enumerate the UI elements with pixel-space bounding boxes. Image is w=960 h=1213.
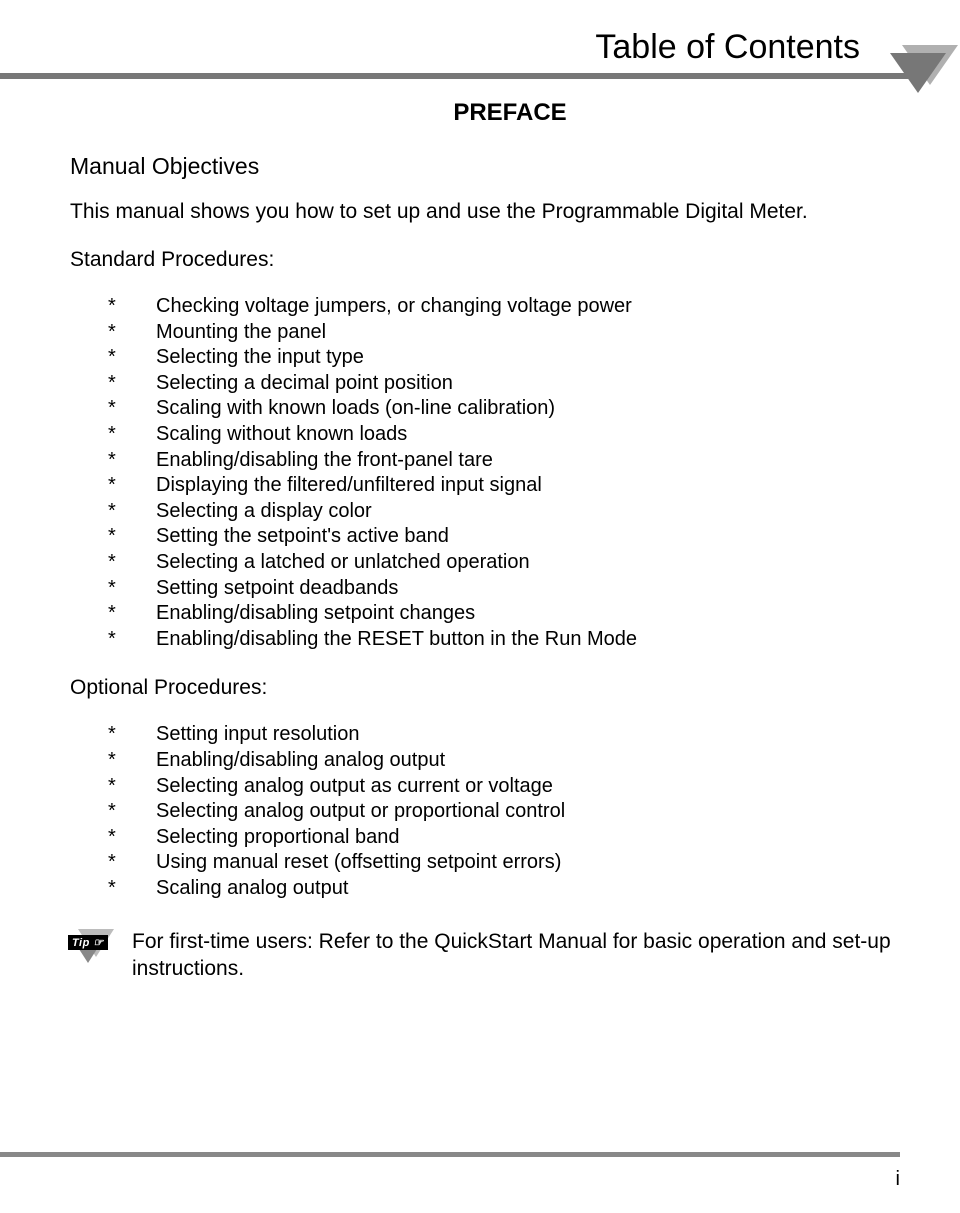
list-item: *Using manual reset (offsetting setpoint… [108,850,900,876]
intro-text: This manual shows you how to set up and … [70,200,900,224]
bullet-asterisk: * [108,371,156,397]
list-item: *Enabling/disabling setpoint changes [108,601,900,627]
list-item-text: Selecting analog output or proportional … [156,799,565,825]
bullet-asterisk: * [108,722,156,748]
list-item-text: Scaling analog output [156,876,348,902]
bullet-asterisk: * [108,294,156,320]
bullet-asterisk: * [108,448,156,474]
list-item-text: Selecting analog output as current or vo… [156,774,553,800]
list-item-text: Setting setpoint deadbands [156,576,398,602]
standard-procedures-heading: Standard Procedures: [70,248,900,272]
corner-triangle-icon [890,45,960,115]
bullet-asterisk: * [108,876,156,902]
tip-label: Tip ☞ [68,935,108,950]
bullet-asterisk: * [108,601,156,627]
bullet-asterisk: * [108,774,156,800]
list-item: *Selecting the input type [108,345,900,371]
list-item-text: Displaying the filtered/unfiltered input… [156,473,542,499]
bullet-asterisk: * [108,499,156,525]
list-item-text: Selecting the input type [156,345,364,371]
page-number: i [896,1168,900,1191]
bullet-asterisk: * [108,320,156,346]
list-item-text: Scaling with known loads (on-line calibr… [156,396,555,422]
footer-rule [0,1152,900,1157]
list-item: *Selecting a display color [108,499,900,525]
bullet-asterisk: * [108,550,156,576]
list-item-text: Selecting a latched or unlatched operati… [156,550,530,576]
list-item-text: Setting input resolution [156,722,359,748]
manual-objectives-heading: Manual Objectives [70,153,900,180]
bullet-asterisk: * [108,748,156,774]
list-item-text: Using manual reset (offsetting setpoint … [156,850,561,876]
bullet-asterisk: * [108,850,156,876]
bullet-asterisk: * [108,473,156,499]
list-item-text: Mounting the panel [156,320,326,346]
list-item: *Selecting a decimal point position [108,371,900,397]
list-item: *Selecting a latched or unlatched operat… [108,550,900,576]
bullet-asterisk: * [108,799,156,825]
list-item-text: Enabling/disabling analog output [156,748,445,774]
bullet-asterisk: * [108,396,156,422]
bullet-asterisk: * [108,345,156,371]
standard-procedures-list: *Checking voltage jumpers, or changing v… [70,294,900,652]
optional-procedures-heading: Optional Procedures: [70,676,900,700]
list-item: *Setting setpoint deadbands [108,576,900,602]
list-item: *Mounting the panel [108,320,900,346]
optional-procedures-list: *Setting input resolution*Enabling/disab… [70,722,900,901]
page-title: Table of Contents [70,28,900,67]
list-item: *Displaying the filtered/unfiltered inpu… [108,473,900,499]
list-item: *Checking voltage jumpers, or changing v… [108,294,900,320]
bullet-asterisk: * [108,524,156,550]
list-item: *Setting input resolution [108,722,900,748]
preface-heading: PREFACE [70,99,900,127]
list-item: *Enabling/disabling the front-panel tare [108,448,900,474]
bullet-asterisk: * [108,576,156,602]
list-item-text: Enabling/disabling the front-panel tare [156,448,493,474]
list-item-text: Scaling without known loads [156,422,407,448]
bullet-asterisk: * [108,627,156,653]
list-item-text: Checking voltage jumpers, or changing vo… [156,294,632,320]
list-item: *Enabling/disabling analog output [108,748,900,774]
list-item-text: Selecting a decimal point position [156,371,453,397]
tip-text: For first-time users: Refer to the Quick… [132,929,900,982]
bullet-asterisk: * [108,825,156,851]
list-item-text: Selecting a display color [156,499,372,525]
list-item-text: Setting the setpoint's active band [156,524,449,550]
list-item: *Selecting proportional band [108,825,900,851]
list-item: *Selecting analog output as current or v… [108,774,900,800]
list-item-text: Enabling/disabling setpoint changes [156,601,475,627]
bullet-asterisk: * [108,422,156,448]
list-item: *Setting the setpoint's active band [108,524,900,550]
list-item-text: Enabling/disabling the RESET button in t… [156,627,637,653]
list-item: *Selecting analog output or proportional… [108,799,900,825]
list-item: *Scaling analog output [108,876,900,902]
header-rule [0,73,930,79]
list-item: *Scaling without known loads [108,422,900,448]
tip-callout: Tip ☞ For first-time users: Refer to the… [70,929,900,982]
list-item: *Enabling/disabling the RESET button in … [108,627,900,653]
list-item: *Scaling with known loads (on-line calib… [108,396,900,422]
list-item-text: Selecting proportional band [156,825,400,851]
